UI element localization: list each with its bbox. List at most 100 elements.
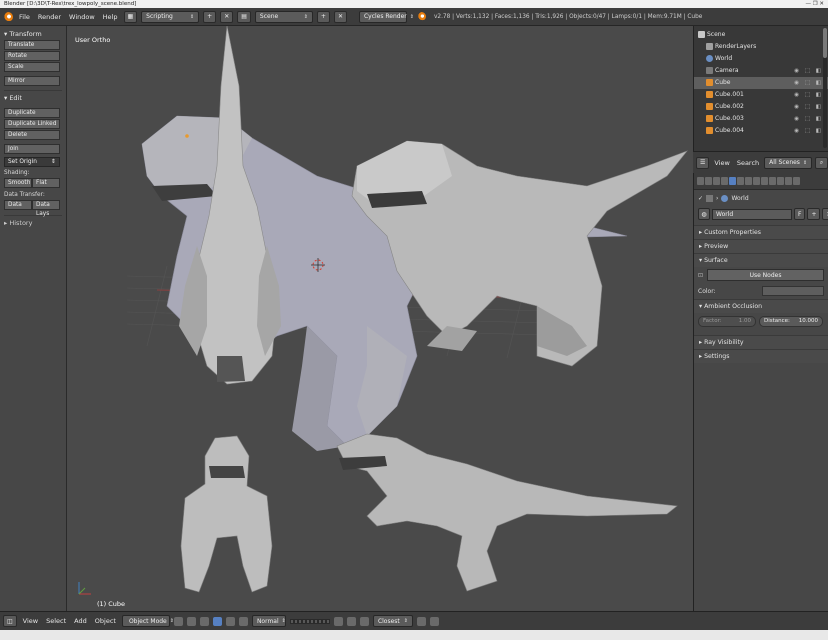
scene-dropdown[interactable]: Scene ⇕: [254, 10, 313, 23]
unlink-world-button[interactable]: ✕: [822, 208, 828, 220]
add-scene-button[interactable]: +: [316, 10, 330, 23]
render-tab-icon[interactable]: [705, 177, 712, 185]
lock-camera-icon[interactable]: [333, 616, 343, 626]
blender-logo-icon[interactable]: [3, 11, 13, 22]
menu-render[interactable]: Render: [36, 13, 63, 21]
world-name-input[interactable]: World: [712, 208, 792, 220]
render-preview-icon[interactable]: [416, 616, 426, 626]
footer-menu-view[interactable]: View: [21, 617, 40, 625]
ambient-occlusion-panel-header[interactable]: ▾ Ambient Occlusion: [694, 299, 828, 313]
visibility-toggles[interactable]: ◉ ⬚ ◧: [794, 113, 823, 125]
scene-tab-icon[interactable]: [721, 177, 728, 185]
screen-layout-icon[interactable]: ▦: [123, 10, 138, 23]
pin-icon[interactable]: ✓: [698, 195, 703, 202]
object-tab-icon[interactable]: [737, 177, 744, 185]
outliner-row-cube-004[interactable]: Cube.004 ◉ ⬚ ◧: [694, 125, 828, 137]
rotate-button[interactable]: Rotate: [4, 51, 60, 61]
layer-buttons[interactable]: [289, 618, 330, 624]
delete-button[interactable]: Delete: [4, 130, 60, 140]
custom-properties-panel-header[interactable]: ▸ Custom Properties: [694, 225, 828, 239]
visibility-toggles[interactable]: ◉ ⬚ ◧: [794, 65, 823, 77]
outliner-row-world[interactable]: World: [694, 53, 828, 65]
outliner-display-mode-dropdown[interactable]: All Scenes ⇕: [764, 156, 813, 169]
editor-type-icon[interactable]: [697, 177, 704, 185]
physics-tab-icon[interactable]: [793, 177, 800, 185]
scrollbar-thumb[interactable]: [823, 28, 827, 58]
screen-layout-dropdown[interactable]: Scripting ⇕: [141, 10, 200, 23]
scale-button[interactable]: Scale: [4, 62, 60, 72]
ao-distance-field[interactable]: Distance: 10.000: [759, 315, 823, 327]
remove-scene-button[interactable]: ✕: [333, 10, 347, 23]
outliner-row-scene[interactable]: Scene: [694, 29, 828, 41]
outliner-editor-type-icon[interactable]: ☰: [696, 156, 710, 169]
snap-target-dropdown[interactable]: Closest ⇕: [372, 615, 413, 627]
outliner-row-cube-001[interactable]: Cube.001 ◉ ⬚ ◧: [694, 89, 828, 101]
particles-tab-icon[interactable]: [785, 177, 792, 185]
translate-manipulator-icon[interactable]: [212, 616, 222, 626]
transform-orientation-dropdown[interactable]: Normal ⇕: [251, 615, 286, 627]
world-browse-icon[interactable]: ◍: [698, 208, 710, 220]
data-layers-button[interactable]: Data Lays: [32, 200, 60, 217]
ao-factor-field[interactable]: Factor: 1.00: [698, 315, 756, 327]
translate-button[interactable]: Translate: [4, 40, 60, 50]
window-controls[interactable]: — ❐ ✕: [805, 0, 824, 8]
settings-panel-header[interactable]: ▸ Settings: [694, 349, 828, 363]
scene-icon[interactable]: ▤: [237, 10, 251, 23]
viewport-canvas[interactable]: [67, 26, 693, 611]
scale-manipulator-icon[interactable]: [238, 616, 248, 626]
outliner-scrollbar[interactable]: [823, 28, 827, 148]
render-layers-tab-icon[interactable]: [713, 177, 720, 185]
footer-menu-object[interactable]: Object: [93, 617, 118, 625]
remove-layout-button[interactable]: ✕: [220, 10, 234, 23]
outliner-row-cube-003[interactable]: Cube.003 ◉ ⬚ ◧: [694, 113, 828, 125]
world-color-swatch[interactable]: [762, 286, 824, 296]
transform-panel-header[interactable]: ▾ Transform: [4, 29, 62, 40]
data-tab-icon[interactable]: [761, 177, 768, 185]
footer-menu-select[interactable]: Select: [44, 617, 68, 625]
outliner-row-camera[interactable]: Camera ◉ ⬚ ◧: [694, 65, 828, 77]
manipulator-toggle-icon[interactable]: [199, 616, 209, 626]
outliner-menu-search[interactable]: Search: [735, 159, 761, 167]
flat-button[interactable]: Flat: [32, 178, 60, 188]
viewport-shading-icon[interactable]: [173, 616, 183, 626]
duplicate-linked-button[interactable]: Duplicate Linked: [4, 119, 60, 129]
visibility-toggles[interactable]: ◉ ⬚ ◧: [794, 77, 823, 89]
outliner-row-renderlayers[interactable]: RenderLayers: [694, 41, 828, 53]
pivot-point-icon[interactable]: [186, 616, 196, 626]
snap-toggle-icon[interactable]: [359, 616, 369, 626]
menu-help[interactable]: Help: [101, 13, 120, 21]
trex-small-front-model[interactable]: [180, 435, 273, 593]
mirror-button[interactable]: Mirror: [4, 76, 60, 86]
texture-tab-icon[interactable]: [777, 177, 784, 185]
3d-viewport[interactable]: User Ortho (1) Cube: [67, 26, 693, 611]
smooth-button[interactable]: Smooth: [4, 178, 32, 188]
rotate-manipulator-icon[interactable]: [225, 616, 235, 626]
menu-window[interactable]: Window: [67, 13, 97, 21]
world-tab-icon[interactable]: [729, 177, 736, 185]
edit-panel-header[interactable]: ▾ Edit: [4, 93, 62, 104]
use-nodes-button[interactable]: Use Nodes: [707, 269, 824, 281]
add-layout-button[interactable]: +: [203, 10, 217, 23]
trex-small-side-model[interactable]: [336, 433, 678, 592]
history-panel-header[interactable]: ▸ History: [4, 218, 62, 229]
visibility-toggles[interactable]: ◉ ⬚ ◧: [794, 101, 823, 113]
constraints-tab-icon[interactable]: [745, 177, 752, 185]
material-tab-icon[interactable]: [769, 177, 776, 185]
ray-visibility-panel-header[interactable]: ▸ Ray Visibility: [694, 335, 828, 349]
join-button[interactable]: Join: [4, 144, 60, 154]
fake-user-button[interactable]: F: [794, 208, 806, 220]
preview-panel-header[interactable]: ▸ Preview: [694, 239, 828, 253]
visibility-toggles[interactable]: ◉ ⬚ ◧: [794, 125, 823, 137]
footer-menu-add[interactable]: Add: [72, 617, 89, 625]
search-icon[interactable]: ⌕: [815, 156, 828, 169]
outliner[interactable]: Scene RenderLayers World Camera ◉ ⬚ ◧ Cub…: [693, 26, 828, 151]
opengl-render-icon[interactable]: [429, 616, 439, 626]
duplicate-button[interactable]: Duplicate: [4, 108, 60, 118]
surface-panel-header[interactable]: ▾ Surface: [694, 253, 828, 267]
outliner-row-cube-002[interactable]: Cube.002 ◉ ⬚ ◧: [694, 101, 828, 113]
outliner-menu-view[interactable]: View: [712, 159, 731, 167]
visibility-toggles[interactable]: ◉ ⬚ ◧: [794, 89, 823, 101]
modifiers-tab-icon[interactable]: [753, 177, 760, 185]
proportional-edit-icon[interactable]: [346, 616, 356, 626]
set-origin-dropdown[interactable]: Set Origin ⇕: [4, 157, 60, 167]
